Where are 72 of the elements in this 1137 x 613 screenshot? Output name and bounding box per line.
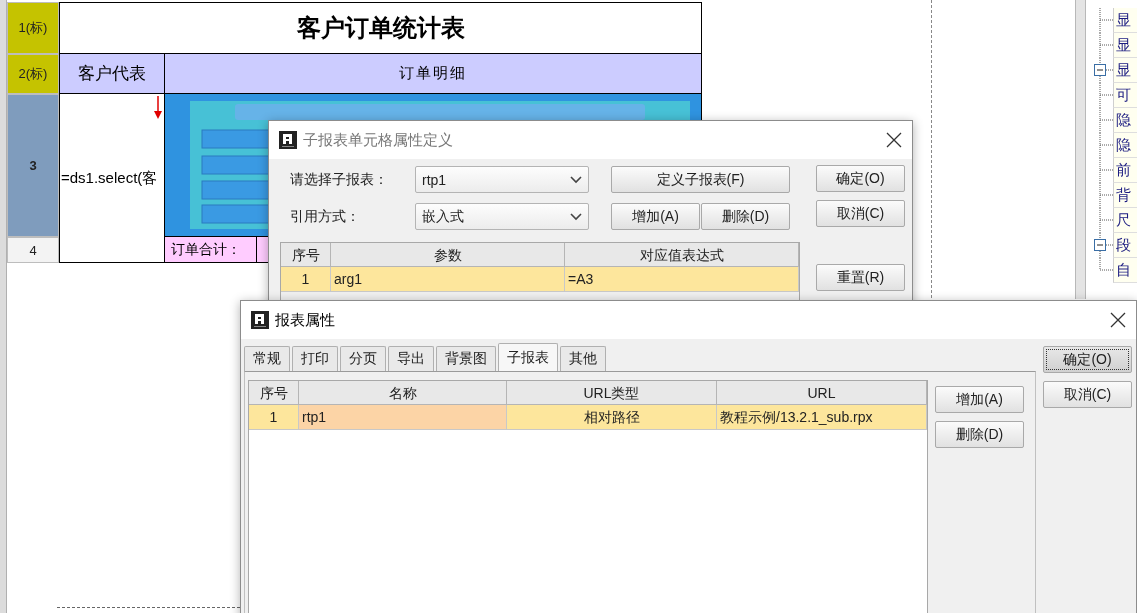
field-label: 引用方式：	[289, 207, 361, 226]
row-header[interactable]: 3	[7, 94, 59, 237]
tab[interactable]: 背景图	[436, 346, 496, 371]
column-header: 名称	[299, 381, 507, 405]
tree-connector	[1099, 158, 1113, 183]
chevron-icon	[570, 175, 582, 184]
tab[interactable]: 常规	[244, 346, 290, 371]
close-icon[interactable]	[886, 132, 902, 148]
tab[interactable]: 分页	[340, 346, 386, 371]
tab[interactable]: 导出	[388, 346, 434, 371]
tree-item[interactable]: 前	[1113, 158, 1137, 183]
tree-item[interactable]: 段	[1113, 233, 1137, 258]
define-subreport-button[interactable]: 定义子报表(F)	[611, 166, 790, 193]
close-icon[interactable]	[1110, 312, 1126, 328]
table-cell: arg1	[331, 267, 565, 292]
tree-item[interactable]: 隐	[1113, 133, 1137, 158]
report-title: 客户订单统计表	[59, 2, 702, 54]
table-action-button[interactable]: 增加(A)	[611, 203, 700, 230]
dialog-button[interactable]: 取消(C)	[816, 200, 905, 227]
dialog-button[interactable]: 取消(C)	[1043, 381, 1132, 408]
table-cell: 教程示例/13.2.1_sub.rpx	[717, 405, 927, 430]
tree-item[interactable]: 显	[1113, 33, 1137, 58]
table-action-button[interactable]: 删除(D)	[701, 203, 790, 230]
table-cell: rtp1	[299, 405, 507, 430]
row-header[interactable]: 1(标)	[7, 2, 59, 54]
tree-connector	[1099, 33, 1113, 58]
row-header[interactable]: 4	[7, 237, 59, 263]
tree-item[interactable]: 显	[1113, 8, 1137, 33]
column-header: URL	[717, 381, 927, 405]
dialog-title: 报表属性	[275, 310, 336, 330]
column-header: 序号	[281, 243, 331, 267]
column-header: URL类型	[507, 381, 717, 405]
row-header[interactable]: 2(标)	[7, 54, 59, 94]
table-cell: =A3	[565, 267, 799, 292]
tree-connector	[1099, 108, 1113, 133]
tree-connector	[1099, 133, 1113, 158]
table-action-button[interactable]: 删除(D)	[935, 421, 1024, 448]
dialog-button[interactable]: 确定(O)	[1043, 346, 1132, 373]
dialog-title: 子报表单元格属性定义	[303, 130, 454, 150]
table-action-button[interactable]: 增加(A)	[935, 386, 1024, 413]
table-cell: 相对路径	[507, 405, 717, 430]
chevron-icon	[570, 212, 582, 221]
app-logo-icon	[251, 311, 269, 329]
tab[interactable]: 子报表	[498, 343, 558, 371]
tree-item[interactable]: 尺	[1113, 208, 1137, 233]
tree-connector	[1099, 183, 1113, 208]
dropdown[interactable]: rtp1	[415, 166, 589, 193]
column-header-cell: 客户代表	[59, 54, 165, 94]
total-label-cell: 订单合计：	[165, 237, 257, 262]
tree-connector	[1099, 258, 1113, 271]
tab[interactable]: 其他	[560, 346, 606, 371]
tree-connector	[1099, 83, 1113, 108]
dropdown[interactable]: 嵌入式	[415, 203, 589, 230]
tree-item[interactable]: 显	[1113, 58, 1137, 83]
tree-connector	[1099, 208, 1113, 233]
down-arrow-icon	[154, 96, 162, 119]
tree-item[interactable]: 背	[1113, 183, 1137, 208]
field-label: 请选择子报表：	[289, 170, 389, 189]
dialog-button[interactable]: 重置(R)	[816, 264, 905, 291]
tab[interactable]: 打印	[292, 346, 338, 371]
tree-connector	[1099, 8, 1113, 33]
dialog-button[interactable]: 确定(O)	[816, 165, 905, 192]
column-header: 参数	[331, 243, 565, 267]
column-header: 对应值表达式	[565, 243, 799, 267]
column-header-cell: 订单明细	[165, 54, 702, 94]
tree-item[interactable]: 可	[1113, 83, 1137, 108]
table-cell: 1	[249, 405, 299, 430]
tree-item[interactable]: 自	[1113, 258, 1137, 283]
table-cell: 1	[281, 267, 331, 292]
tree-item[interactable]: 隐	[1113, 108, 1137, 133]
column-header: 序号	[249, 381, 299, 405]
app-logo-icon	[279, 131, 297, 149]
